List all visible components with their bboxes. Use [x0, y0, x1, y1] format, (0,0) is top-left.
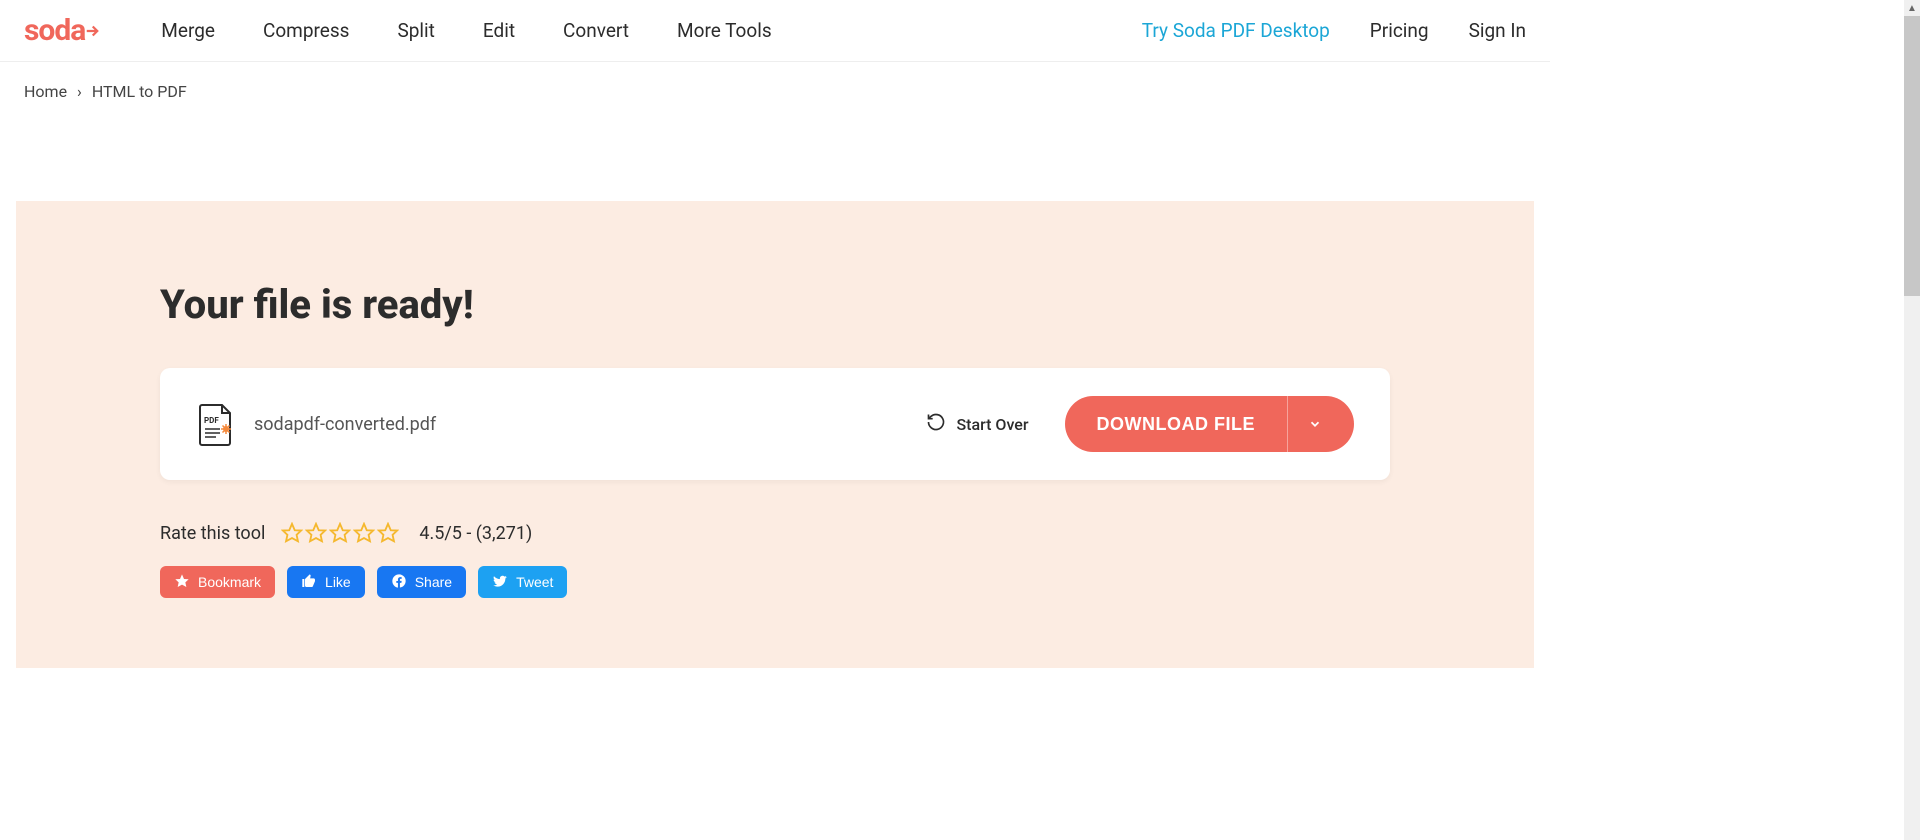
nav-compress[interactable]: Compress	[263, 19, 349, 42]
nav-merge[interactable]: Merge	[161, 19, 215, 42]
file-card: PDF sodapdf-converted.pdf Start Over D	[160, 368, 1390, 480]
arrow-right-icon	[83, 22, 101, 40]
rating-row: Rate this tool 4.5/5 - (3,271)	[160, 522, 1390, 544]
breadcrumb-current: HTML to PDF	[92, 82, 187, 101]
download-label: DOWNLOAD FILE	[1097, 414, 1255, 435]
filename-text: sodapdf-converted.pdf	[254, 414, 926, 435]
like-button[interactable]: Like	[287, 566, 365, 598]
result-panel: Your file is ready! PDF sodapdf-converte…	[16, 201, 1534, 668]
rating-score: 4.5/5 - (3,271)	[419, 523, 532, 544]
header: soda Merge Compress Split Edit Convert M…	[0, 0, 1550, 62]
start-over-button[interactable]: Start Over	[926, 412, 1028, 436]
pricing-link[interactable]: Pricing	[1370, 19, 1429, 42]
star-icon[interactable]	[329, 522, 351, 544]
thumbs-up-icon	[301, 573, 317, 592]
bookmark-button[interactable]: Bookmark	[160, 566, 275, 598]
star-icon[interactable]	[305, 522, 327, 544]
nav-split[interactable]: Split	[397, 19, 434, 42]
star-fill-icon	[174, 573, 190, 592]
nav-edit[interactable]: Edit	[483, 19, 515, 42]
logo[interactable]: soda	[24, 13, 101, 48]
nav-convert[interactable]: Convert	[563, 19, 629, 42]
twitter-icon	[492, 573, 508, 592]
tweet-label: Tweet	[516, 574, 553, 590]
breadcrumb-separator: ›	[77, 82, 82, 101]
scroll-up-icon[interactable]: ▲	[1904, 0, 1920, 16]
main-nav: Merge Compress Split Edit Convert More T…	[161, 19, 1141, 42]
rating-stars	[281, 522, 399, 544]
nav-more-tools[interactable]: More Tools	[677, 19, 772, 42]
star-icon[interactable]	[281, 522, 303, 544]
share-row: Bookmark Like Share Tweet	[160, 566, 1390, 598]
sign-in-link[interactable]: Sign In	[1469, 19, 1526, 42]
download-file-button[interactable]: DOWNLOAD FILE	[1065, 396, 1354, 452]
breadcrumb: Home › HTML to PDF	[0, 62, 1550, 121]
share-label: Share	[415, 574, 452, 590]
star-icon[interactable]	[377, 522, 399, 544]
star-icon[interactable]	[353, 522, 375, 544]
try-desktop-link[interactable]: Try Soda PDF Desktop	[1142, 19, 1330, 42]
share-button[interactable]: Share	[377, 566, 466, 598]
logo-text: soda	[24, 13, 85, 48]
page-title: Your file is ready!	[160, 281, 1390, 328]
like-label: Like	[325, 574, 351, 590]
pdf-file-icon: PDF	[196, 403, 236, 445]
svg-text:PDF: PDF	[204, 416, 219, 425]
chevron-down-icon	[1287, 396, 1322, 452]
breadcrumb-home[interactable]: Home	[24, 82, 67, 101]
header-right: Try Soda PDF Desktop Pricing Sign In	[1142, 19, 1526, 42]
scrollbar-thumb[interactable]	[1904, 16, 1920, 296]
facebook-icon	[391, 573, 407, 592]
start-over-label: Start Over	[956, 415, 1028, 434]
scrollbar[interactable]: ▲	[1904, 0, 1920, 840]
tweet-button[interactable]: Tweet	[478, 566, 567, 598]
rating-label: Rate this tool	[160, 523, 265, 544]
restart-icon	[926, 412, 946, 436]
bookmark-label: Bookmark	[198, 574, 261, 590]
